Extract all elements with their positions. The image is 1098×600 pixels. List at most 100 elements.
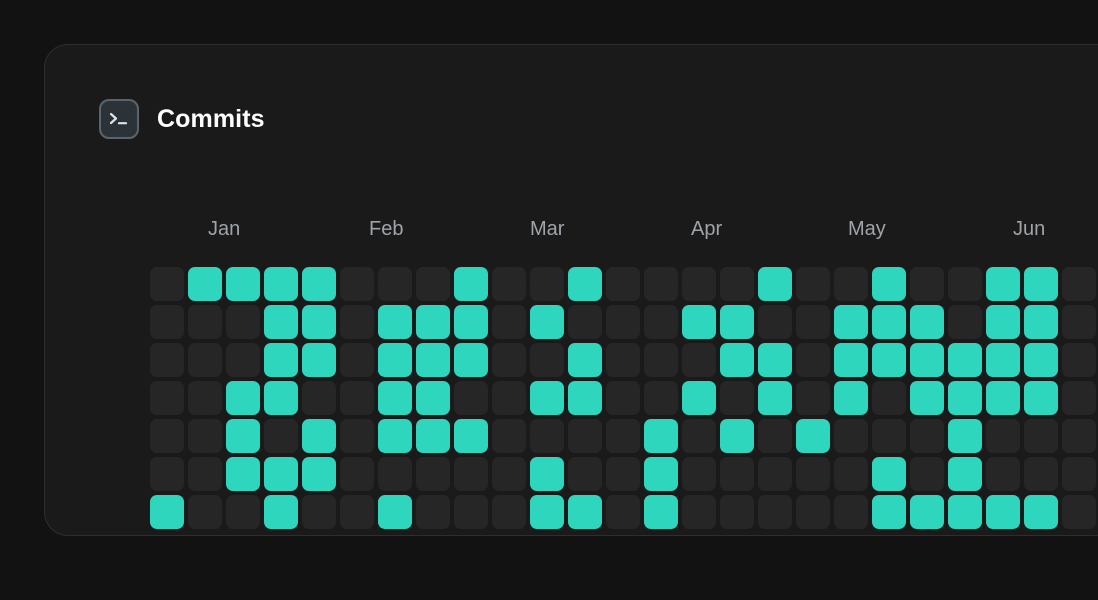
commit-cell[interactable] — [644, 495, 678, 529]
commit-cell[interactable] — [682, 267, 716, 301]
commit-cell[interactable] — [150, 457, 184, 491]
commit-cell[interactable] — [264, 381, 298, 415]
commit-cell[interactable] — [986, 457, 1020, 491]
commit-cell[interactable] — [416, 305, 450, 339]
commit-cell[interactable] — [872, 419, 906, 453]
commit-cell[interactable] — [720, 457, 754, 491]
commit-cell[interactable] — [948, 381, 982, 415]
commit-cell[interactable] — [568, 381, 602, 415]
commit-cell[interactable] — [720, 381, 754, 415]
commit-cell[interactable] — [150, 305, 184, 339]
commit-cell[interactable] — [606, 381, 640, 415]
commit-cell[interactable] — [986, 495, 1020, 529]
commit-cell[interactable] — [188, 419, 222, 453]
commit-cell[interactable] — [834, 381, 868, 415]
commit-cell[interactable] — [302, 267, 336, 301]
commit-cell[interactable] — [530, 343, 564, 377]
commit-cell[interactable] — [454, 343, 488, 377]
commit-cell[interactable] — [492, 267, 526, 301]
commit-cell[interactable] — [758, 343, 792, 377]
commit-cell[interactable] — [948, 267, 982, 301]
commit-cell[interactable] — [1024, 343, 1058, 377]
commit-cell[interactable] — [150, 419, 184, 453]
commit-cell[interactable] — [758, 419, 792, 453]
commit-cell[interactable] — [606, 457, 640, 491]
commit-cell[interactable] — [226, 343, 260, 377]
commit-cell[interactable] — [530, 267, 564, 301]
commit-cell[interactable] — [720, 305, 754, 339]
commit-cell[interactable] — [188, 267, 222, 301]
commit-cell[interactable] — [492, 381, 526, 415]
commit-cell[interactable] — [872, 495, 906, 529]
commit-cell[interactable] — [188, 343, 222, 377]
commit-cell[interactable] — [758, 381, 792, 415]
commit-cell[interactable] — [530, 495, 564, 529]
commit-cell[interactable] — [644, 267, 678, 301]
commit-cell[interactable] — [416, 419, 450, 453]
commit-cell[interactable] — [454, 419, 488, 453]
commit-cell[interactable] — [226, 495, 260, 529]
commit-cell[interactable] — [568, 343, 602, 377]
commit-cell[interactable] — [226, 419, 260, 453]
commit-cell[interactable] — [644, 381, 678, 415]
commit-cell[interactable] — [150, 381, 184, 415]
commit-cell[interactable] — [378, 419, 412, 453]
commit-cell[interactable] — [1024, 267, 1058, 301]
commit-cell[interactable] — [492, 305, 526, 339]
commit-cell[interactable] — [910, 267, 944, 301]
commit-cell[interactable] — [910, 381, 944, 415]
commit-cell[interactable] — [948, 495, 982, 529]
commit-cell[interactable] — [188, 305, 222, 339]
commit-cell[interactable] — [758, 495, 792, 529]
commit-cell[interactable] — [986, 381, 1020, 415]
commit-cell[interactable] — [644, 305, 678, 339]
commit-cell[interactable] — [758, 305, 792, 339]
commit-cell[interactable] — [758, 267, 792, 301]
commit-cell[interactable] — [302, 457, 336, 491]
commit-cell[interactable] — [416, 495, 450, 529]
commit-cell[interactable] — [986, 343, 1020, 377]
commit-cell[interactable] — [682, 305, 716, 339]
commit-cell[interactable] — [948, 305, 982, 339]
commit-cell[interactable] — [454, 495, 488, 529]
commit-cell[interactable] — [492, 419, 526, 453]
commit-cell[interactable] — [264, 305, 298, 339]
commit-cell[interactable] — [416, 267, 450, 301]
commit-cell[interactable] — [226, 381, 260, 415]
commit-cell[interactable] — [682, 495, 716, 529]
commit-cell[interactable] — [606, 495, 640, 529]
commit-cell[interactable] — [340, 457, 374, 491]
commit-cell[interactable] — [188, 381, 222, 415]
commit-cell[interactable] — [948, 419, 982, 453]
commit-cell[interactable] — [302, 305, 336, 339]
commit-cell[interactable] — [1024, 419, 1058, 453]
commit-cell[interactable] — [986, 419, 1020, 453]
commit-heatmap-grid[interactable] — [150, 267, 1098, 529]
commit-cell[interactable] — [720, 343, 754, 377]
commit-cell[interactable] — [226, 457, 260, 491]
commit-cell[interactable] — [492, 343, 526, 377]
commit-cell[interactable] — [910, 343, 944, 377]
commit-cell[interactable] — [834, 495, 868, 529]
commit-cell[interactable] — [910, 419, 944, 453]
commit-cell[interactable] — [682, 343, 716, 377]
commit-cell[interactable] — [568, 419, 602, 453]
commit-cell[interactable] — [416, 381, 450, 415]
commit-cell[interactable] — [796, 305, 830, 339]
commit-cell[interactable] — [872, 457, 906, 491]
commit-cell[interactable] — [302, 343, 336, 377]
commit-cell[interactable] — [796, 267, 830, 301]
commit-cell[interactable] — [1024, 457, 1058, 491]
commit-cell[interactable] — [150, 267, 184, 301]
commit-cell[interactable] — [568, 495, 602, 529]
commit-cell[interactable] — [340, 343, 374, 377]
commit-cell[interactable] — [796, 419, 830, 453]
commit-cell[interactable] — [872, 267, 906, 301]
commit-cell[interactable] — [758, 457, 792, 491]
commit-cell[interactable] — [1062, 495, 1096, 529]
commit-cell[interactable] — [1024, 495, 1058, 529]
commit-cell[interactable] — [1062, 457, 1096, 491]
commit-cell[interactable] — [378, 457, 412, 491]
commit-cell[interactable] — [910, 457, 944, 491]
commit-cell[interactable] — [606, 343, 640, 377]
